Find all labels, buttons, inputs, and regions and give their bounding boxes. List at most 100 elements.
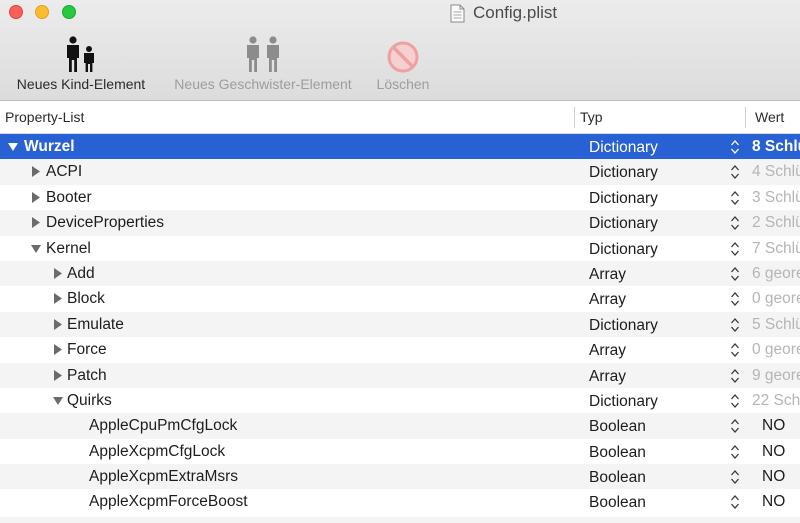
type-popup-chevrons-icon[interactable] (730, 164, 740, 180)
row-key[interactable]: AppleCpuPmCfgLock (89, 413, 237, 438)
row-key[interactable]: AppleXcpmExtraMsrs (89, 464, 238, 489)
table-row[interactable]: AppleXcpmExtraMsrs Boolean NO (0, 464, 800, 492)
type-popup-chevrons-icon[interactable] (730, 469, 740, 485)
column-divider[interactable] (745, 107, 746, 128)
row-type[interactable]: Boolean (589, 464, 646, 492)
row-value[interactable]: NO (762, 439, 785, 464)
close-window-button[interactable] (9, 5, 23, 19)
row-key[interactable]: Quirks (67, 388, 112, 413)
table-row[interactable]: Force Array 0 geore (0, 337, 800, 362)
disclosure-closed-icon[interactable] (53, 293, 63, 305)
type-popup-chevrons-icon[interactable] (730, 241, 740, 257)
table-row[interactable]: Block Array 0 geore (0, 286, 800, 311)
type-popup-chevrons-icon[interactable] (730, 444, 740, 460)
row-type[interactable]: Dictionary (589, 159, 658, 187)
row-key[interactable]: AppleXcpmForceBoost (89, 489, 248, 514)
table-row[interactable]: Emulate Dictionary 5 Schlü (0, 311, 800, 340)
delete-button[interactable]: Löschen (372, 34, 434, 96)
row-value: 7 Schlü (752, 239, 800, 257)
row-key[interactable]: Patch (67, 363, 107, 388)
row-type[interactable]: Dictionary (589, 185, 658, 213)
disclosure-closed-icon[interactable] (31, 166, 41, 178)
type-popup-chevrons-icon[interactable] (730, 393, 740, 409)
new-sibling-label: Neues Geschwister-Element (174, 76, 352, 92)
table-row[interactable]: Kernel Dictionary 7 Schlü (0, 236, 800, 261)
row-type[interactable]: Array (589, 363, 626, 391)
type-popup-chevrons-icon[interactable] (730, 215, 740, 231)
table-row[interactable]: Wurzel Dictionary 8 Schlü (0, 134, 800, 162)
row-value: 22 Schlü (752, 391, 800, 409)
table-row[interactable]: AppleCpuPmCfgLock Boolean NO (0, 413, 800, 441)
row-key[interactable]: AppleXcpmCfgLock (89, 439, 225, 464)
row-type[interactable]: Boolean (589, 413, 646, 441)
delete-icon (387, 41, 419, 73)
disclosure-open-icon[interactable] (8, 141, 18, 152)
column-header-type[interactable]: Typ (575, 101, 603, 134)
disclosure-closed-icon[interactable] (53, 344, 63, 356)
window-title: Config.plist (473, 3, 558, 22)
row-key[interactable]: Kernel (46, 236, 91, 261)
row-value: 4 Schlü (752, 163, 800, 181)
column-header-value[interactable]: Wert (750, 101, 784, 134)
row-key[interactable]: Booter (46, 185, 92, 210)
row-value[interactable]: NO (762, 464, 785, 489)
row-value: 0 geore (752, 290, 800, 308)
row-key[interactable]: Emulate (67, 312, 124, 337)
disclosure-closed-icon[interactable] (53, 318, 63, 330)
type-popup-chevrons-icon[interactable] (730, 342, 740, 358)
table-row[interactable]: AppleXcpmForceBoost Boolean NO (0, 489, 800, 513)
row-key[interactable]: Add (67, 261, 95, 286)
row-type[interactable]: Dictionary (589, 312, 658, 340)
table-row[interactable]: ACPI Dictionary 4 Schlü (0, 159, 800, 187)
table-row[interactable]: Quirks Dictionary 22 Schlü (0, 388, 800, 413)
row-key[interactable]: Block (67, 286, 105, 311)
row-key[interactable]: Wurzel (24, 134, 75, 159)
type-popup-chevrons-icon[interactable] (730, 494, 740, 510)
document-icon (450, 4, 465, 22)
disclosure-closed-icon[interactable] (53, 267, 63, 279)
row-type[interactable]: Boolean (589, 489, 646, 517)
row-type[interactable]: Dictionary (589, 210, 658, 238)
new-sibling-button[interactable]: Neues Geschwister-Element (162, 34, 364, 96)
window-title-bar: Config.plist (450, 1, 557, 25)
table-row[interactable]: AppleXcpmCfgLock Boolean NO (0, 439, 800, 464)
disclosure-open-icon[interactable] (31, 243, 41, 254)
row-key[interactable]: DeviceProperties (46, 210, 164, 235)
type-popup-chevrons-icon[interactable] (730, 190, 740, 206)
row-type[interactable]: Dictionary (589, 388, 658, 416)
property-list-outline: Wurzel Dictionary 8 Schlü ACPI Dictionary 4 S… (0, 134, 800, 513)
type-popup-chevrons-icon[interactable] (730, 139, 740, 155)
table-row[interactable]: Patch Array 9 geore (0, 362, 800, 391)
row-value[interactable]: NO (762, 489, 785, 514)
table-row[interactable]: DeviceProperties Dictionary 2 Schlü (0, 210, 800, 238)
row-type[interactable]: Dictionary (589, 236, 658, 264)
minimize-window-button[interactable] (35, 5, 49, 19)
row-type[interactable]: Array (589, 286, 626, 314)
disclosure-closed-icon[interactable] (53, 369, 63, 381)
type-popup-chevrons-icon[interactable] (730, 368, 740, 384)
row-key[interactable]: ACPI (46, 159, 82, 184)
table-row[interactable]: Booter Dictionary 3 Schlü (0, 185, 800, 210)
disclosure-closed-icon[interactable] (31, 217, 41, 229)
row-type[interactable]: Array (589, 337, 626, 365)
zoom-window-button[interactable] (62, 5, 76, 19)
row-value: 9 geore (752, 366, 800, 384)
new-child-button[interactable]: Neues Kind-Element (8, 34, 154, 96)
row-value[interactable]: NO (762, 413, 785, 438)
row-type[interactable]: Dictionary (589, 134, 658, 162)
row-type[interactable]: Array (589, 261, 626, 289)
row-key[interactable]: Force (67, 337, 107, 362)
type-popup-chevrons-icon[interactable] (730, 266, 740, 282)
delete-label: Löschen (376, 76, 430, 92)
type-popup-chevrons-icon[interactable] (730, 418, 740, 434)
table-row[interactable]: Add Array 6 geore (0, 260, 800, 289)
row-type[interactable]: Boolean (589, 439, 646, 467)
disclosure-open-icon[interactable] (53, 395, 63, 406)
type-popup-chevrons-icon[interactable] (730, 317, 740, 333)
row-value: 5 Schlü (752, 315, 800, 333)
row-value: 8 Schlü (752, 138, 800, 155)
table-bottom-edge (0, 517, 800, 523)
type-popup-chevrons-icon[interactable] (730, 291, 740, 307)
disclosure-closed-icon[interactable] (31, 191, 41, 203)
column-header-key[interactable]: Property-List (0, 101, 84, 134)
